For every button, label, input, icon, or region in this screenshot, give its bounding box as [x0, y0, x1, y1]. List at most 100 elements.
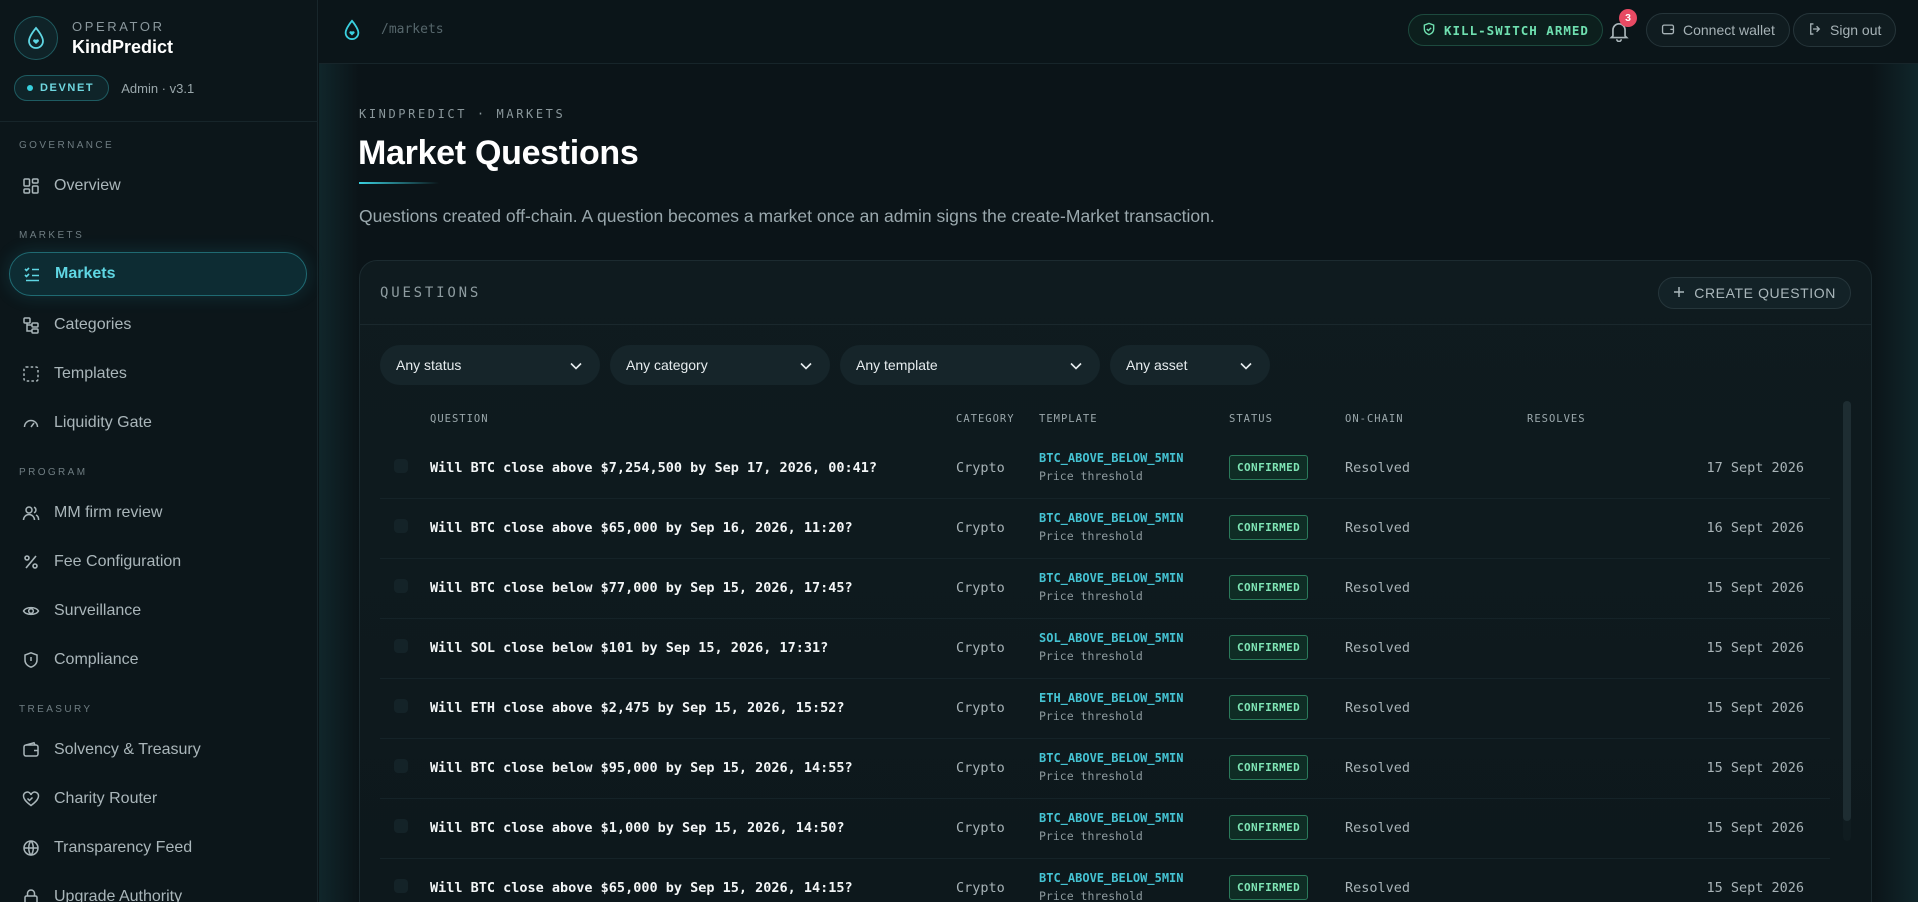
- sidebar-item-label: Upgrade Authority: [54, 888, 183, 902]
- title-underline: [359, 182, 439, 184]
- status-badge: CONFIRMED: [1229, 575, 1309, 600]
- chevron-down-icon: [1070, 357, 1082, 373]
- question-text: Will BTC close above $7,254,500 by Sep 1…: [430, 460, 878, 476]
- sidebar-item-label: Compliance: [54, 651, 139, 668]
- wallet-icon: [1661, 22, 1675, 39]
- chevron-down-icon: [1240, 357, 1252, 373]
- grid-icon: [21, 176, 41, 196]
- column-header-question[interactable]: QUESTION: [430, 413, 489, 425]
- template-type: Price threshold: [1039, 589, 1143, 603]
- questions-panel: QUESTIONS CREATE QUESTION Any status Any…: [359, 260, 1872, 902]
- template-type: Price threshold: [1039, 649, 1143, 663]
- template-link[interactable]: BTC_ABOVE_BELOW_5MIN: [1039, 751, 1184, 765]
- sidebar-item-solvency-treasury[interactable]: Solvency & Treasury: [9, 728, 307, 772]
- sidebar-item-label: Markets: [55, 265, 116, 282]
- question-text: Will BTC close above $65,000 by Sep 15, …: [430, 880, 853, 896]
- row-checkbox[interactable]: [394, 459, 408, 473]
- globe-icon: [21, 838, 41, 858]
- filter-status-select[interactable]: Any status: [380, 345, 600, 385]
- hierarchy-icon: [21, 315, 41, 335]
- panel-label: QUESTIONS: [380, 285, 482, 301]
- wallet-icon: [21, 740, 41, 760]
- sidebar-item-surveillance[interactable]: Surveillance: [9, 589, 307, 633]
- sidebar-item-label: Fee Configuration: [54, 553, 182, 570]
- row-checkbox[interactable]: [394, 819, 408, 833]
- question-text: Will SOL close below $101 by Sep 15, 202…: [430, 640, 829, 656]
- lock-icon: [21, 887, 41, 902]
- template-link[interactable]: SOL_ABOVE_BELOW_5MIN: [1039, 631, 1184, 645]
- sidebar-item-compliance[interactable]: Compliance: [9, 638, 307, 682]
- sidebar-item-liquidity-gate[interactable]: Liquidity Gate: [9, 401, 307, 445]
- sidebar-item-transparency-feed[interactable]: Transparency Feed: [9, 826, 307, 870]
- filter-template-select[interactable]: Any template: [840, 345, 1100, 385]
- filter-status-value: Any status: [396, 357, 462, 373]
- row-checkbox[interactable]: [394, 759, 408, 773]
- sidebar-item-label: MM firm review: [54, 504, 163, 521]
- sidebar-item-fee-configuration[interactable]: Fee Configuration: [9, 540, 307, 584]
- table-row[interactable]: Will BTC close below $77,000 by Sep 15, …: [380, 559, 1830, 619]
- row-checkbox[interactable]: [394, 879, 408, 893]
- sidebar-item-templates[interactable]: Templates: [9, 352, 307, 396]
- resolves-cell: 17 Sept 2026: [1706, 460, 1804, 476]
- column-header-template[interactable]: TEMPLATE: [1039, 413, 1098, 425]
- table-row[interactable]: Will BTC close below $95,000 by Sep 15, …: [380, 739, 1830, 799]
- status-badge: CONFIRMED: [1229, 815, 1309, 840]
- template-link[interactable]: BTC_ABOVE_BELOW_5MIN: [1039, 871, 1184, 885]
- category-cell: Crypto: [956, 700, 1005, 716]
- table-row[interactable]: Will SOL close below $101 by Sep 15, 202…: [380, 619, 1830, 679]
- brand[interactable]: OPERATOR KindPredict: [14, 16, 173, 60]
- filter-asset-select[interactable]: Any asset: [1110, 345, 1270, 385]
- table-scrollbar-thumb[interactable]: [1843, 401, 1851, 821]
- template-link[interactable]: ETH_ABOVE_BELOW_5MIN: [1039, 691, 1184, 705]
- column-header-resolves[interactable]: RESOLVES: [1527, 413, 1586, 425]
- resolves-cell: 15 Sept 2026: [1706, 640, 1804, 656]
- sidebar-item-charity-router[interactable]: Charity Router: [9, 777, 307, 821]
- status-badge: CONFIRMED: [1229, 515, 1309, 540]
- template-link[interactable]: BTC_ABOVE_BELOW_5MIN: [1039, 811, 1184, 825]
- sidebar-item-categories[interactable]: Categories: [9, 303, 307, 347]
- table-row[interactable]: Will BTC close above $1,000 by Sep 15, 2…: [380, 799, 1830, 859]
- column-header-status[interactable]: STATUS: [1229, 413, 1273, 425]
- onchain-cell: Resolved: [1345, 760, 1411, 776]
- row-checkbox[interactable]: [394, 639, 408, 653]
- status-badge: CONFIRMED: [1229, 455, 1309, 480]
- connect-wallet-button[interactable]: Connect wallet: [1646, 13, 1790, 47]
- admin-version: Admin · v3.1: [121, 80, 195, 96]
- sidebar-item-markets[interactable]: Markets: [9, 252, 307, 296]
- gauge-icon: [21, 413, 41, 433]
- row-checkbox[interactable]: [394, 699, 408, 713]
- template-type: Price threshold: [1039, 469, 1143, 483]
- eye-icon: [21, 601, 41, 621]
- env-label: DEVNET: [40, 82, 95, 94]
- category-cell: Crypto: [956, 760, 1005, 776]
- background-glow: [1872, 64, 1918, 902]
- kill-switch-badge[interactable]: KILL-SWITCH ARMED: [1408, 14, 1603, 46]
- filter-category-select[interactable]: Any category: [610, 345, 830, 385]
- create-question-label: CREATE QUESTION: [1694, 285, 1836, 301]
- sidebar-item-overview[interactable]: Overview: [9, 164, 307, 208]
- plus-icon: [1673, 285, 1685, 301]
- percent-icon: [21, 552, 41, 572]
- create-question-button[interactable]: CREATE QUESTION: [1658, 277, 1851, 309]
- panel-header: QUESTIONS CREATE QUESTION: [360, 261, 1871, 325]
- template-link[interactable]: BTC_ABOVE_BELOW_5MIN: [1039, 451, 1184, 465]
- sidebar-item-mm-firm-review[interactable]: MM firm review: [9, 491, 307, 535]
- table-row[interactable]: Will BTC close above $65,000 by Sep 16, …: [380, 499, 1830, 559]
- resolves-cell: 16 Sept 2026: [1706, 520, 1804, 536]
- kill-switch-label: KILL-SWITCH ARMED: [1444, 22, 1589, 38]
- template-link[interactable]: BTC_ABOVE_BELOW_5MIN: [1039, 511, 1184, 525]
- sidebar-item-upgrade-authority[interactable]: Upgrade Authority: [9, 875, 307, 902]
- template-link[interactable]: BTC_ABOVE_BELOW_5MIN: [1039, 571, 1184, 585]
- sign-out-button[interactable]: Sign out: [1793, 13, 1897, 47]
- table-row[interactable]: Will BTC close above $7,254,500 by Sep 1…: [380, 439, 1830, 499]
- row-checkbox[interactable]: [394, 579, 408, 593]
- column-header-on-chain[interactable]: ON-CHAIN: [1345, 413, 1404, 425]
- filter-category-value: Any category: [626, 357, 708, 373]
- row-checkbox[interactable]: [394, 519, 408, 533]
- table-row[interactable]: Will BTC close above $65,000 by Sep 15, …: [380, 859, 1830, 902]
- column-header-category[interactable]: CATEGORY: [956, 413, 1015, 425]
- brand-operator-label: OPERATOR: [72, 18, 165, 34]
- sidebar-item-label: Templates: [54, 365, 127, 382]
- list-check-icon: [22, 264, 42, 284]
- table-row[interactable]: Will ETH close above $2,475 by Sep 15, 2…: [380, 679, 1830, 739]
